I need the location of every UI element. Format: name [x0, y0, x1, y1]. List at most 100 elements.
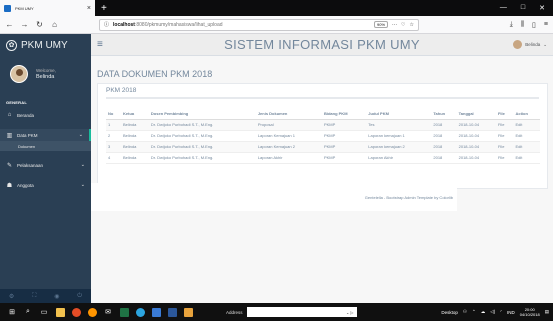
favicon-icon	[4, 4, 11, 12]
clock[interactable]: 20:00 04/10/2018	[520, 307, 540, 317]
file-explorer-icon[interactable]	[52, 303, 68, 321]
sidebar-item-anggota[interactable]: ☗ Anggota ⌄	[0, 179, 91, 191]
address-input[interactable]: ⌄ ▷	[246, 307, 357, 317]
menu-icon[interactable]: ≡	[544, 21, 548, 29]
pocket-icon[interactable]: ♡	[401, 22, 405, 28]
profile-name: Belinda	[36, 74, 55, 80]
back-icon[interactable]: ←	[5, 20, 14, 29]
sidebar-toggle-icon[interactable]: ▯	[532, 21, 536, 29]
file-link[interactable]: File	[495, 141, 514, 153]
chevron-down-icon: ⌄	[78, 132, 83, 138]
url-text[interactable]: localhost:8080/pkmumy/mahasiswa/lihat_up…	[113, 22, 370, 28]
logout-icon[interactable]: ⏻	[77, 293, 82, 300]
browser-tab[interactable]: PKM UMY ×	[0, 0, 95, 16]
sidebar-item-data-pkm[interactable]: ▥ Data PKM ⌄	[0, 129, 91, 141]
download-icon[interactable]: ⤓	[510, 21, 513, 29]
main-content: DATA DOKUMEN PKM 2018 PKM 2018 No Ketua Do…	[91, 56, 553, 303]
excel-icon[interactable]	[116, 303, 132, 321]
fullscreen-icon[interactable]: ⛶	[32, 293, 36, 300]
volume-icon[interactable]: ◁)	[490, 309, 495, 315]
close-window-button[interactable]: ✕	[539, 4, 545, 12]
table-cell: Laporan Akhir	[255, 152, 322, 164]
lock-icon[interactable]: ◉	[54, 293, 59, 300]
column-header: File	[495, 108, 514, 120]
column-header: Tanggal	[456, 108, 496, 120]
browser-nav-bar: ← → ↻ ⌂ ⓘ localhost:8080/pkmumy/mahasisw…	[0, 16, 553, 34]
new-tab-button[interactable]: +	[101, 3, 107, 14]
sidebar-subitem-dokumen[interactable]: Dokumen	[0, 141, 91, 151]
home-icon[interactable]: ⌂	[50, 20, 59, 29]
reload-icon[interactable]: ↻	[35, 20, 44, 29]
chrome-icon[interactable]	[68, 303, 84, 321]
sidebar-item-pelaksanaan[interactable]: ✎ Pelaksanaan ⌄	[0, 159, 91, 171]
panel-title: PKM 2018	[106, 84, 539, 99]
menu-toggle-icon[interactable]: ≡	[97, 39, 103, 50]
wifi-icon[interactable]: ◜	[500, 309, 502, 315]
edit-link[interactable]: Edit	[513, 152, 540, 164]
table-cell: Tes	[366, 119, 432, 131]
desktop-toolbar[interactable]: Desktop	[441, 310, 458, 315]
sidebar-item-beranda[interactable]: ⌂ Beranda	[0, 109, 91, 121]
home-icon: ⌂	[7, 112, 12, 118]
search-icon[interactable]: ⌕	[20, 303, 36, 321]
table-cell: PKMP	[321, 141, 367, 153]
zoom-level[interactable]: 90%	[374, 21, 389, 28]
word-icon[interactable]	[164, 303, 180, 321]
edit-icon: ✎	[6, 162, 13, 169]
cloud-icon[interactable]: ☁	[481, 309, 486, 315]
file-link[interactable]: File	[495, 119, 514, 131]
table-cell: Belinda	[121, 152, 149, 164]
file-link[interactable]: File	[495, 130, 514, 142]
edit-link[interactable]: Edit	[513, 130, 540, 142]
library-icon[interactable]: ⫼	[521, 21, 524, 29]
settings-icon[interactable]: ⚙	[9, 293, 14, 300]
table-cell: 2018-10-04	[456, 152, 496, 164]
mail-icon[interactable]: ✉	[100, 303, 116, 321]
sidebar: ✿ PKM UMY Welcome, Belinda GENERAL ⌂ Ber…	[0, 34, 91, 303]
photos-icon[interactable]	[180, 303, 196, 321]
minimize-button[interactable]: —	[500, 4, 507, 12]
chevron-down-icon: ⌄	[80, 182, 85, 188]
table-row: 2 Belinda Dr. Dwijoko Purbohadi S.T., M.En…	[106, 130, 540, 142]
table-cell: Dr. Dwijoko Purbohadi S.T., M.Eng.	[148, 152, 256, 164]
table-row: 4 Belinda Dr. Dwijoko Purbohadi S.T., M.En…	[106, 152, 540, 164]
window-controls: — □ ✕	[500, 4, 553, 12]
table-cell: Dr. Dwijoko Purbohadi S.T., M.Eng.	[148, 119, 256, 131]
table-cell: PKMP	[321, 130, 367, 142]
notifications-icon[interactable]: ▤	[545, 309, 549, 315]
page-footer: Gentelella - Bootstrap Admin Template by…	[91, 183, 457, 211]
windows-start-icon[interactable]: ⊞	[4, 303, 20, 321]
taskbar: ⊞ ⌕ ▭ ✉ Address ⌄ ▷ Desktop ⚇ ⌃ ☁ ◁) ◜ I…	[0, 303, 553, 321]
close-tab-icon[interactable]: ×	[87, 5, 91, 12]
table-cell: Laporan kemajuan 2	[366, 141, 432, 153]
table-cell: Laporan Kemajuan 1	[255, 130, 322, 142]
firefox-icon[interactable]	[84, 303, 100, 321]
user-menu[interactable]: Belinda ⌄	[513, 40, 547, 49]
info-icon[interactable]: ⓘ	[104, 21, 109, 28]
telegram-icon[interactable]	[132, 303, 148, 321]
document-panel: PKM 2018 No Ketua Dosen Pembimbing Jenis Do…	[97, 83, 548, 189]
edit-link[interactable]: Edit	[513, 119, 540, 131]
forward-icon[interactable]: →	[20, 20, 29, 29]
table-cell: 2018	[431, 141, 457, 153]
file-link[interactable]: File	[495, 152, 514, 164]
page-actions-icon[interactable]: ···	[392, 22, 397, 28]
tab-title: PKM UMY	[15, 5, 34, 11]
task-view-icon[interactable]: ▭	[36, 303, 52, 321]
table-cell: PKMP	[321, 152, 367, 164]
table-cell: Belinda	[121, 130, 149, 142]
edit-link[interactable]: Edit	[513, 141, 540, 153]
table-cell: Laporan Akhir	[366, 152, 432, 164]
url-bar[interactable]: ⓘ localhost:8080/pkmumy/mahasiswa/lihat_…	[99, 18, 419, 31]
sidebar-footer: ⚙ ⛶ ◉ ⏻	[0, 289, 91, 303]
bookmark-star-icon[interactable]: ☆	[410, 22, 414, 28]
tray-chevron-icon[interactable]: ⌃	[472, 309, 476, 315]
people-icon[interactable]: ⚇	[463, 309, 467, 315]
language-indicator[interactable]: IND	[507, 310, 515, 315]
user-avatar	[513, 40, 523, 49]
brand[interactable]: ✿ PKM UMY	[0, 34, 91, 56]
top-header: ≡ SISTEM INFORMASI PKM UMY Belinda ⌄	[91, 34, 553, 56]
table-header-row: No Ketua Dosen Pembimbing Jenis Dokumen Bida…	[106, 108, 540, 120]
maximize-button[interactable]: □	[521, 4, 525, 12]
app-icon[interactable]	[148, 303, 164, 321]
